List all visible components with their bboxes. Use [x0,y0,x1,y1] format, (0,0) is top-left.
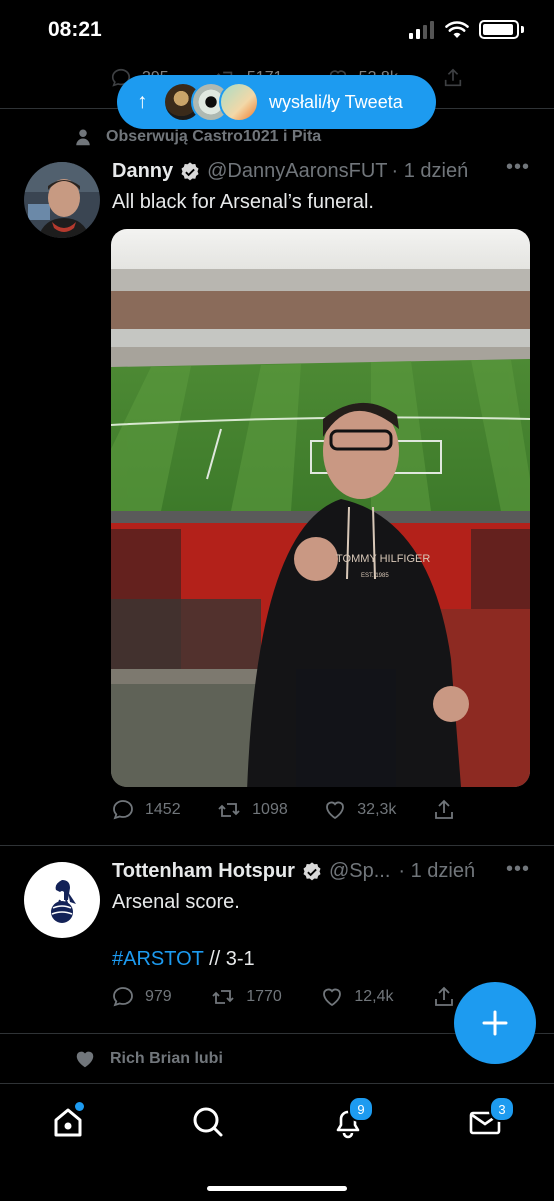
reply-count: 979 [145,988,172,1005]
notifications-badge: 9 [348,1096,374,1122]
tweet-text: All black for Arsenal’s funeral. [112,191,374,213]
handle[interactable]: @Sp... [329,860,390,883]
retweet-button[interactable]: 1098 [216,798,288,822]
signal-icon [409,20,434,39]
pill-avatars [163,82,259,122]
person-icon [76,129,90,146]
reply-button[interactable]: 979 [111,985,172,1009]
plus-icon [482,1010,508,1036]
messages-badge: 3 [489,1096,515,1122]
new-content-dot [75,1102,84,1111]
hashtag-link[interactable]: #ARSTOT [112,948,204,970]
reply-icon [113,987,133,1007]
tweet-photo[interactable]: TOMMY HILFIGER EST. 1985 [111,229,530,787]
social-context-text: Obserwują Castro1021 i Pita [106,128,322,145]
social-context[interactable]: Rich Brian lubi [74,1048,223,1070]
status-icons [409,20,524,39]
bottom-nav: 9 3 [0,1083,554,1201]
retweet-icon [218,803,240,817]
nav-notifications[interactable]: 9 [328,1096,374,1142]
like-count: 12,4k [354,988,394,1005]
shirt-brand-text: TOMMY HILFIGER [336,553,430,565]
tweet-text-line: #ARSTOT // 3-1 [112,945,255,973]
share-icon[interactable] [432,798,456,822]
reply-icon [113,800,133,820]
handle[interactable]: @DannyAaronsFUT [207,160,387,183]
reply-count: 1452 [145,801,181,818]
arrow-up-icon: ↑ [137,90,148,113]
verified-badge-icon [303,861,321,880]
home-indicator [207,1186,347,1191]
nav-search[interactable] [188,1102,228,1142]
like-button[interactable]: 12,4k [320,985,393,1009]
compose-tweet-button[interactable] [454,982,536,1064]
heart-icon [326,801,345,820]
new-tweets-pill[interactable]: ↑ wysłali/ły Tweeta [117,75,436,129]
heart-filled-icon [76,1051,94,1068]
tweet-text: Arsenal score. [112,891,240,913]
display-name[interactable]: Tottenham Hotspur [112,860,295,883]
more-options-icon[interactable]: ••• [506,858,530,881]
score-text: // 3-1 [203,948,255,970]
heart-icon [323,988,342,1007]
like-count: 32,3k [357,801,397,818]
retweet-count: 1098 [252,801,288,818]
status-bar: 08:21 [0,0,554,62]
social-context-text: Rich Brian lubi [110,1050,223,1067]
pill-label: wysłali/ły Tweeta [269,91,403,112]
reply-button[interactable]: 1452 [111,798,181,822]
share-icon[interactable] [432,985,456,1009]
retweet-icon [212,990,234,1004]
timestamp: · 1 dzień [398,860,476,882]
nav-home[interactable] [48,1102,88,1142]
nav-messages[interactable]: 3 [465,1096,515,1142]
timestamp: · 1 dzień [391,160,469,182]
battery-cap [521,26,524,33]
share-icon[interactable] [442,67,464,89]
wifi-icon [445,20,469,38]
tweet-header: Tottenham Hotspur @Sp... · 1 dzień [112,860,475,883]
more-options-icon[interactable]: ••• [506,156,530,179]
divider [0,845,554,846]
avatar[interactable] [24,862,100,938]
tweet-actions: 979 1770 12,4k [111,985,456,1009]
like-button[interactable]: 32,3k [323,798,396,822]
shirt-sub-text: EST. 1985 [361,573,389,579]
battery-icon [479,20,519,39]
tweet-header: Danny @DannyAaronsFUT · 1 dzień [112,160,468,183]
retweet-count: 1770 [246,988,282,1005]
avatar [219,82,259,122]
social-context[interactable]: Obserwują Castro1021 i Pita [74,128,321,146]
verified-badge-icon [181,161,199,180]
display-name[interactable]: Danny [112,160,173,183]
tweet-actions: 1452 1098 32,3k [111,798,456,822]
avatar[interactable] [24,162,100,238]
search-icon [193,1107,223,1137]
status-time: 08:21 [48,18,102,41]
retweet-button[interactable]: 1770 [210,985,282,1009]
